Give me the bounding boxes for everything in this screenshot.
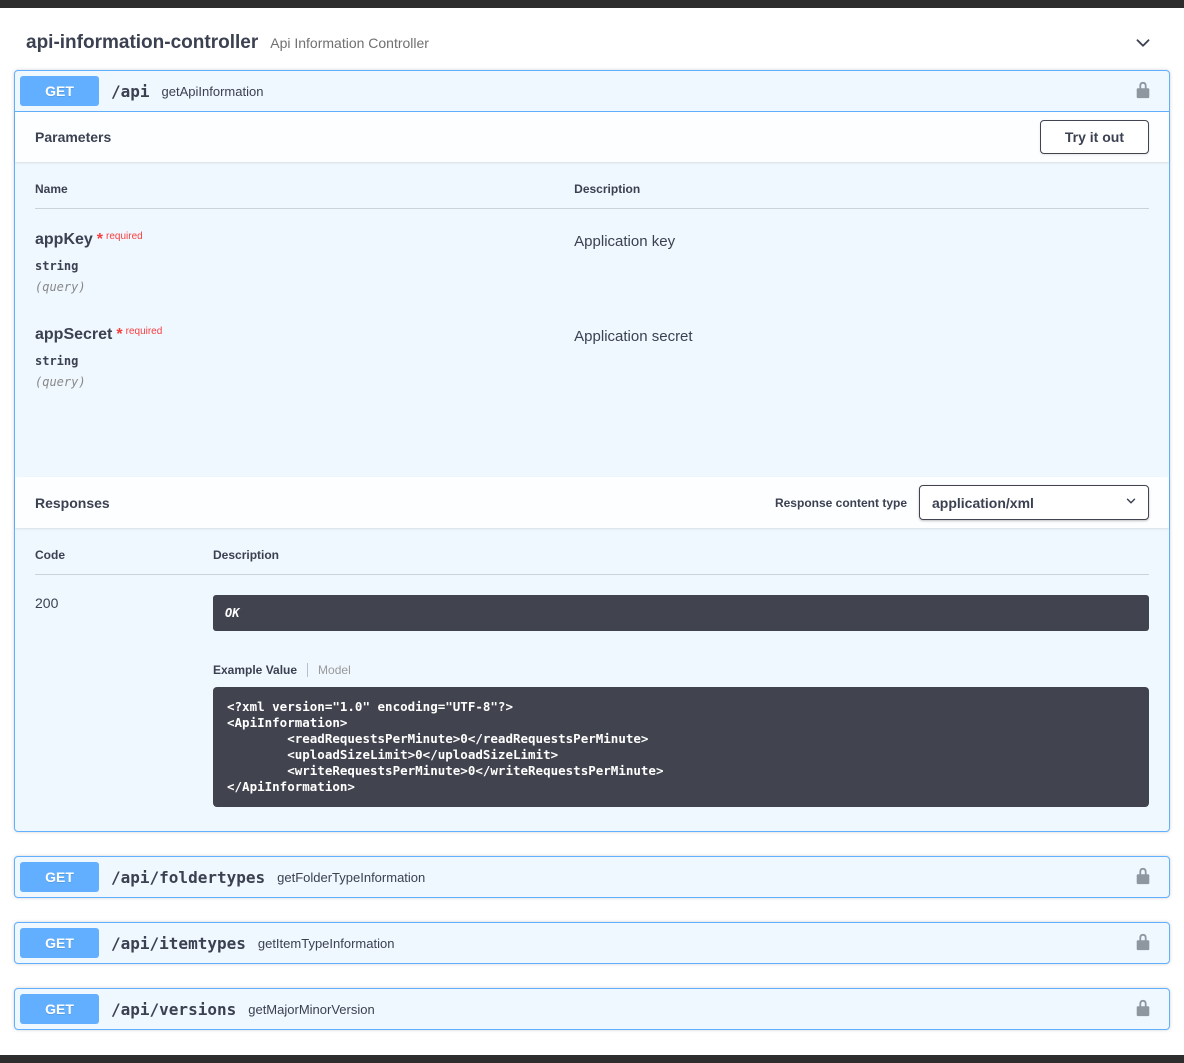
parameter-name-text: appKey	[35, 231, 93, 248]
method-badge-get: GET	[20, 994, 99, 1024]
opblock-summary-get-api-foldertypes[interactable]: GET /api/foldertypes getFolderTypeInform…	[15, 857, 1169, 897]
footer-bar	[0, 1055, 1184, 1063]
lock-icon	[1134, 867, 1152, 888]
tag-subtitle: Api Information Controller	[270, 35, 429, 51]
chevron-down-icon[interactable]	[1128, 32, 1158, 54]
parameter-type: string	[35, 354, 574, 368]
tab-model[interactable]: Model	[308, 663, 351, 677]
responses-section-header: Responses Response content type applicat…	[15, 477, 1169, 528]
op-summary-text: getApiInformation	[162, 84, 264, 99]
parameter-description: Application secret	[574, 326, 1149, 389]
op-summary-text: getFolderTypeInformation	[277, 870, 425, 885]
required-label: required	[126, 326, 163, 337]
opblock-summary-get-api[interactable]: GET /api getApiInformation	[15, 71, 1169, 112]
responses-table: Code Description 200 OK Example Value Mo…	[15, 528, 1169, 831]
topbar	[0, 0, 1184, 8]
swagger-page: api-information-controller Api Informati…	[0, 0, 1184, 1063]
parameter-description: Application key	[574, 231, 1149, 294]
parameter-name: appKey*required	[35, 231, 574, 249]
op-summary-text: getMajorMinorVersion	[248, 1002, 374, 1017]
opblock-summary-get-api-itemtypes[interactable]: GET /api/itemtypes getItemTypeInformatio…	[15, 923, 1169, 963]
required-star: *	[97, 231, 103, 248]
opblock-get-api-foldertypes: GET /api/foldertypes getFolderTypeInform…	[14, 856, 1170, 898]
response-row-200: 200 OK Example Value Model <?xml version…	[35, 575, 1149, 807]
parameter-name: appSecret* required	[35, 326, 574, 344]
op-path: /api/itemtypes	[99, 934, 258, 953]
try-it-out-button[interactable]: Try it out	[1040, 120, 1149, 154]
col-header-description: Description	[574, 182, 1149, 196]
method-badge-get: GET	[20, 928, 99, 958]
tag-header-api-information-controller[interactable]: api-information-controller Api Informati…	[14, 8, 1170, 70]
auth-lock-button[interactable]	[1130, 929, 1156, 958]
required-label: required	[106, 231, 143, 242]
lock-icon	[1134, 81, 1152, 102]
response-code: 200	[35, 595, 213, 807]
col-header-description: Description	[213, 548, 1149, 562]
response-content-type-select[interactable]: application/xml	[919, 485, 1149, 520]
op-path: /api/versions	[99, 1000, 248, 1019]
response-description-box: OK	[213, 595, 1149, 631]
parameter-row-appsecret: appSecret* required string (query) Applic…	[35, 304, 1149, 399]
lock-icon	[1134, 933, 1152, 954]
method-badge-get: GET	[20, 862, 99, 892]
parameters-table: Name Description appKey*required string …	[15, 162, 1169, 477]
parameter-location: (query)	[35, 375, 574, 389]
parameter-name-text: appSecret	[35, 326, 112, 343]
parameter-type: string	[35, 259, 574, 273]
auth-lock-button[interactable]	[1130, 995, 1156, 1024]
response-content-type-label: Response content type	[775, 496, 907, 510]
parameters-table-head: Name Description	[35, 182, 1149, 209]
opblock-get-api-itemtypes: GET /api/itemtypes getItemTypeInformatio…	[14, 922, 1170, 964]
select-chevron-down-icon	[1124, 494, 1138, 511]
op-path: /api/foldertypes	[99, 868, 277, 887]
op-path: /api	[99, 82, 162, 101]
method-badge-get: GET	[20, 76, 99, 106]
responses-title: Responses	[35, 495, 110, 511]
auth-lock-button[interactable]	[1130, 863, 1156, 892]
response-detail: OK Example Value Model <?xml version="1.…	[213, 595, 1149, 807]
auth-lock-button[interactable]	[1130, 77, 1156, 106]
selected-content-type: application/xml	[932, 495, 1034, 511]
lock-icon	[1134, 999, 1152, 1020]
col-header-name: Name	[35, 182, 574, 196]
response-example-code: <?xml version="1.0" encoding="UTF-8"?> <…	[213, 687, 1149, 807]
opblock-get-api-versions: GET /api/versions getMajorMinorVersion	[14, 988, 1170, 1030]
parameter-row-appkey: appKey*required string (query) Applicati…	[35, 209, 1149, 304]
example-model-tabs: Example Value Model	[213, 663, 1149, 677]
opblock-summary-get-api-versions[interactable]: GET /api/versions getMajorMinorVersion	[15, 989, 1169, 1029]
op-summary-text: getItemTypeInformation	[258, 936, 395, 951]
tab-example-value[interactable]: Example Value	[213, 663, 308, 677]
parameter-meta: appSecret* required string (query)	[35, 326, 574, 389]
tag-title: api-information-controller	[26, 32, 258, 54]
parameters-section-header: Parameters Try it out	[15, 112, 1169, 162]
response-content-type: Response content type application/xml	[775, 485, 1149, 520]
parameter-location: (query)	[35, 280, 574, 294]
col-header-code: Code	[35, 548, 213, 562]
parameters-title: Parameters	[35, 129, 111, 145]
required-star: *	[116, 326, 122, 343]
content-wrapper: api-information-controller Api Informati…	[0, 8, 1184, 1030]
opblock-get-api: GET /api getApiInformation Parameters Tr…	[14, 70, 1170, 832]
parameter-meta: appKey*required string (query)	[35, 231, 574, 294]
responses-table-head: Code Description	[35, 548, 1149, 575]
